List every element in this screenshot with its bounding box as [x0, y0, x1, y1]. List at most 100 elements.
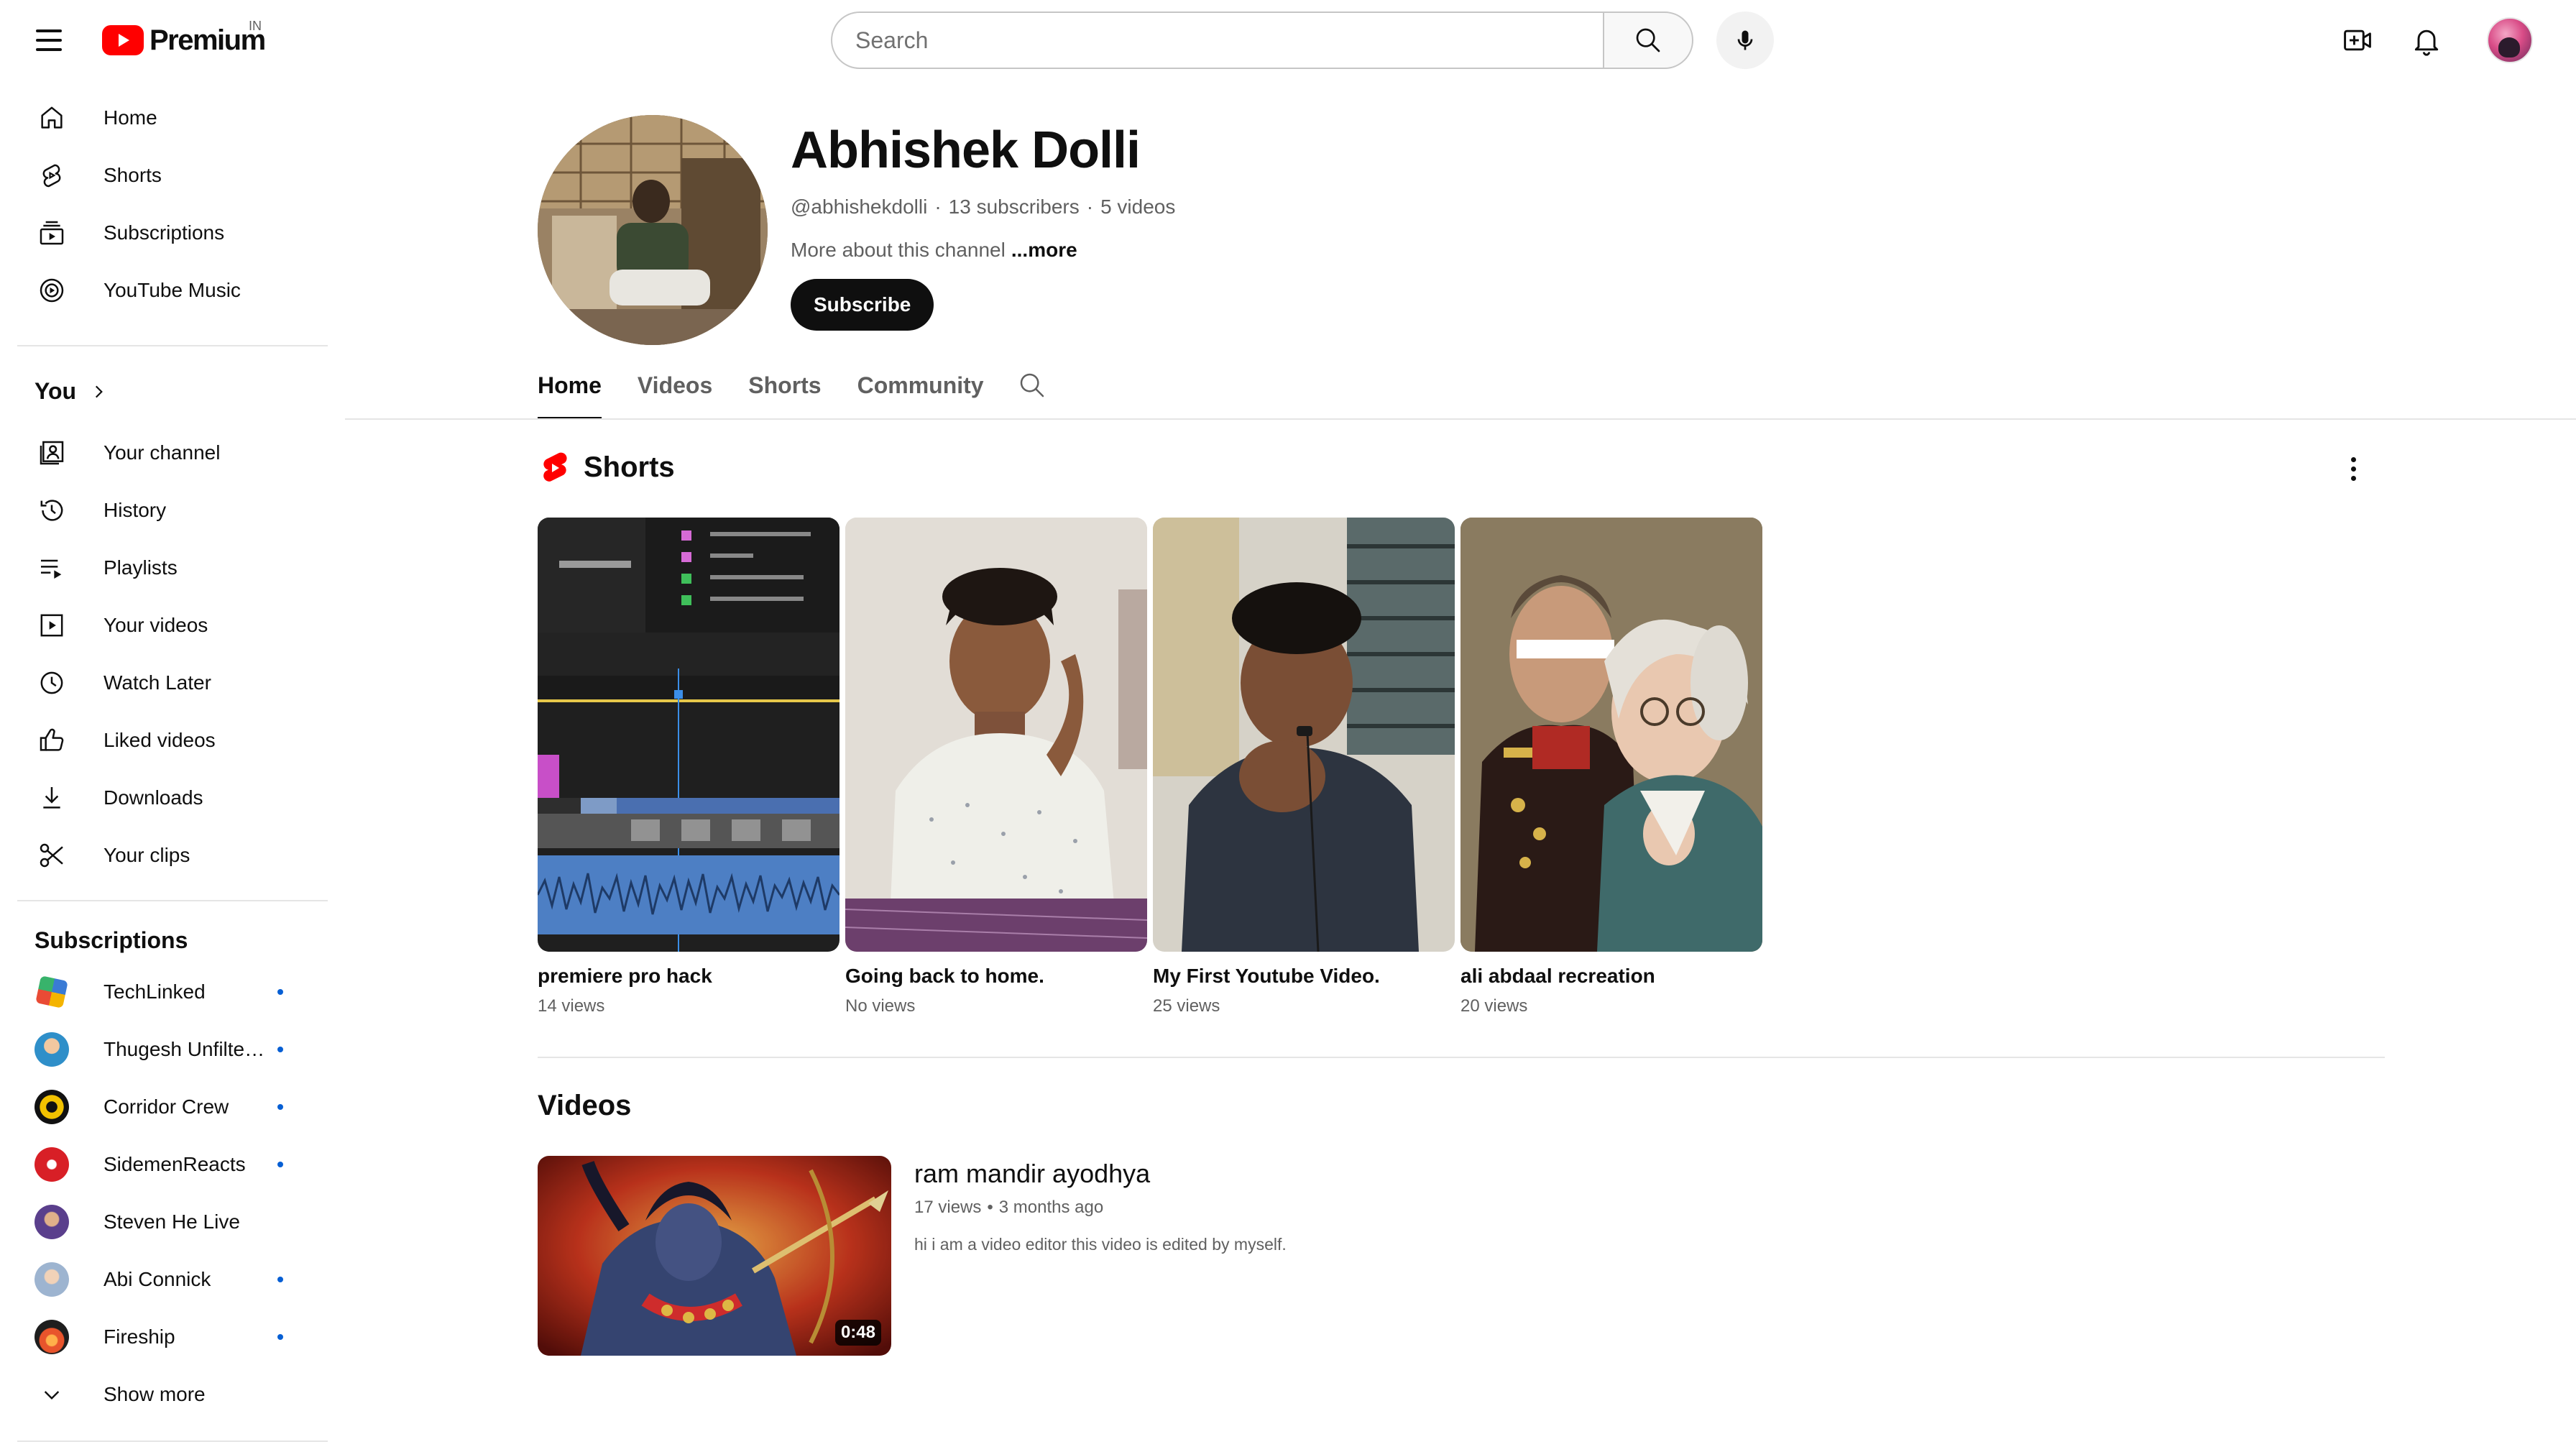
your-channel-icon: [34, 436, 69, 470]
search-icon: [1636, 28, 1660, 52]
sidebar-subscription-abi-connick[interactable]: Abi Connick: [17, 1251, 328, 1308]
sidebar-subscription-thugesh[interactable]: Thugesh Unfiltered: [17, 1021, 328, 1078]
clock-icon: [34, 666, 69, 700]
search-icon: [1020, 373, 1044, 398]
short-views: 25 views: [1153, 996, 1220, 1016]
channel-avatar-techlinked: [35, 975, 68, 1008]
channel-avatar-abi-connick: [34, 1262, 69, 1297]
video-count: 5 videos: [1100, 196, 1176, 218]
video-duration: 0:48: [834, 1320, 881, 1346]
sidebar: Home Shorts Subscriptions YouTube Music …: [0, 81, 345, 1452]
channel-about-text: More about this channel: [791, 239, 1006, 261]
voice-search-button[interactable]: [1716, 12, 1774, 69]
channel-search-button[interactable]: [1015, 368, 1049, 403]
sidebar-subscription-fireship[interactable]: Fireship: [17, 1308, 328, 1366]
channel-avatar-thugesh: [34, 1032, 69, 1067]
search-box: [831, 12, 1603, 69]
bell-icon: [2414, 29, 2439, 56]
subscriber-count: 13 subscribers: [948, 196, 1080, 218]
short-title[interactable]: My First Youtube Video.: [1153, 965, 1455, 988]
sidebar-item-playlists[interactable]: Playlists: [17, 539, 328, 597]
sidebar-divider: [17, 1440, 328, 1442]
sidebar-item-your-channel[interactable]: Your channel: [17, 424, 328, 482]
sidebar-subscription-sidemenreacts[interactable]: SidemenReacts: [17, 1136, 328, 1193]
sidebar-subscriptions-heading: Subscriptions: [34, 927, 188, 953]
sidebar-subscription-techlinked[interactable]: TechLinked: [17, 963, 328, 1021]
sidebar-item-home[interactable]: Home: [17, 89, 328, 147]
channel-meta: @abhishekdolli · 13 subscribers · 5 videos: [791, 196, 1176, 218]
short-card[interactable]: My First Youtube Video. 25 views: [1153, 518, 1455, 1016]
channel-avatar-corridor-crew: [34, 1090, 69, 1124]
history-icon: [34, 493, 69, 528]
channel-about[interactable]: More about this channel ...more: [791, 239, 1077, 262]
short-views: 14 views: [538, 996, 605, 1016]
short-views: No views: [845, 996, 916, 1016]
videos-section-title: Videos: [538, 1090, 632, 1121]
short-title[interactable]: premiere pro hack: [538, 965, 840, 988]
sidebar-subscription-steven-he-live[interactable]: Steven He Live: [17, 1193, 328, 1251]
video-title[interactable]: ram mandir ayodhya: [914, 1159, 1150, 1189]
search-button[interactable]: [1603, 12, 1693, 69]
sidebar-item-watch-later[interactable]: Watch Later: [17, 654, 328, 712]
tab-community[interactable]: Community: [857, 359, 984, 420]
short-title[interactable]: Going back to home.: [845, 965, 1147, 988]
sidebar-item-liked-videos[interactable]: Liked videos: [17, 712, 328, 769]
sidebar-divider: [17, 345, 328, 346]
youtube-play-icon: [102, 25, 144, 55]
video-description: hi i am a video editor this video is edi…: [914, 1235, 1287, 1254]
channel-about-more[interactable]: ...more: [1011, 239, 1077, 261]
sidebar-show-more[interactable]: Show more: [17, 1366, 328, 1423]
sidebar-item-your-clips[interactable]: Your clips: [17, 827, 328, 884]
tab-videos[interactable]: Videos: [638, 359, 712, 420]
subscribe-button[interactable]: Subscribe: [791, 279, 934, 331]
account-avatar[interactable]: [2487, 17, 2533, 63]
microphone-icon: [1737, 30, 1753, 50]
new-content-dot: [277, 1162, 283, 1167]
short-card[interactable]: premiere pro hack 14 views: [538, 518, 840, 1016]
short-thumbnail[interactable]: [538, 518, 840, 952]
download-icon: [34, 781, 69, 815]
sidebar-item-your-videos[interactable]: Your videos: [17, 597, 328, 654]
tab-home[interactable]: Home: [538, 359, 602, 420]
sidebar-item-youtube-music[interactable]: YouTube Music: [17, 262, 328, 319]
new-content-dot: [277, 1277, 283, 1282]
channel-avatar-steven-he: [34, 1205, 69, 1239]
search-bar: [831, 12, 1693, 69]
video-thumbnail[interactable]: 0:48: [538, 1156, 891, 1356]
more-options-icon[interactable]: [2343, 451, 2363, 486]
playlists-icon: [34, 551, 69, 585]
sidebar-item-downloads[interactable]: Downloads: [17, 769, 328, 827]
youtube-premium-logo[interactable]: Premium: [102, 24, 266, 56]
channel-avatar[interactable]: [538, 115, 768, 345]
sidebar-item-history[interactable]: History: [17, 482, 328, 539]
new-content-dot: [277, 989, 283, 995]
short-views: 20 views: [1460, 996, 1528, 1016]
search-input[interactable]: [855, 27, 1603, 54]
thumbs-up-icon: [34, 723, 69, 758]
music-icon: [34, 273, 69, 308]
short-thumbnail[interactable]: [1460, 518, 1762, 952]
sidebar-subscription-corridor-crew[interactable]: Corridor Crew: [17, 1078, 328, 1136]
short-card[interactable]: ali abdaal recreation 20 views: [1460, 518, 1762, 1016]
shorts-icon: [34, 158, 69, 193]
short-card[interactable]: Going back to home. No views: [845, 518, 1147, 1016]
sidebar-item-subscriptions[interactable]: Subscriptions: [17, 204, 328, 262]
video-age: 3 months ago: [998, 1198, 1104, 1217]
your-videos-icon: [34, 608, 69, 643]
create-button[interactable]: [2337, 20, 2378, 60]
sidebar-you-heading[interactable]: You: [34, 378, 108, 405]
sidebar-item-shorts[interactable]: Shorts: [17, 147, 328, 204]
menu-icon[interactable]: [32, 23, 66, 58]
notifications-button[interactable]: [2406, 20, 2447, 60]
short-thumbnail[interactable]: [845, 518, 1147, 952]
shorts-section-title: Shorts: [584, 451, 675, 483]
short-title[interactable]: ali abdaal recreation: [1460, 965, 1762, 988]
chevron-down-icon: [34, 1377, 69, 1412]
sidebar-divider: [17, 900, 328, 901]
tab-shorts[interactable]: Shorts: [748, 359, 821, 420]
logo-text: Premium: [150, 24, 266, 56]
shorts-logo-icon: [543, 452, 567, 482]
video-views: 17 views: [914, 1198, 982, 1217]
tabs-divider: [345, 418, 2576, 420]
short-thumbnail[interactable]: [1153, 518, 1455, 952]
